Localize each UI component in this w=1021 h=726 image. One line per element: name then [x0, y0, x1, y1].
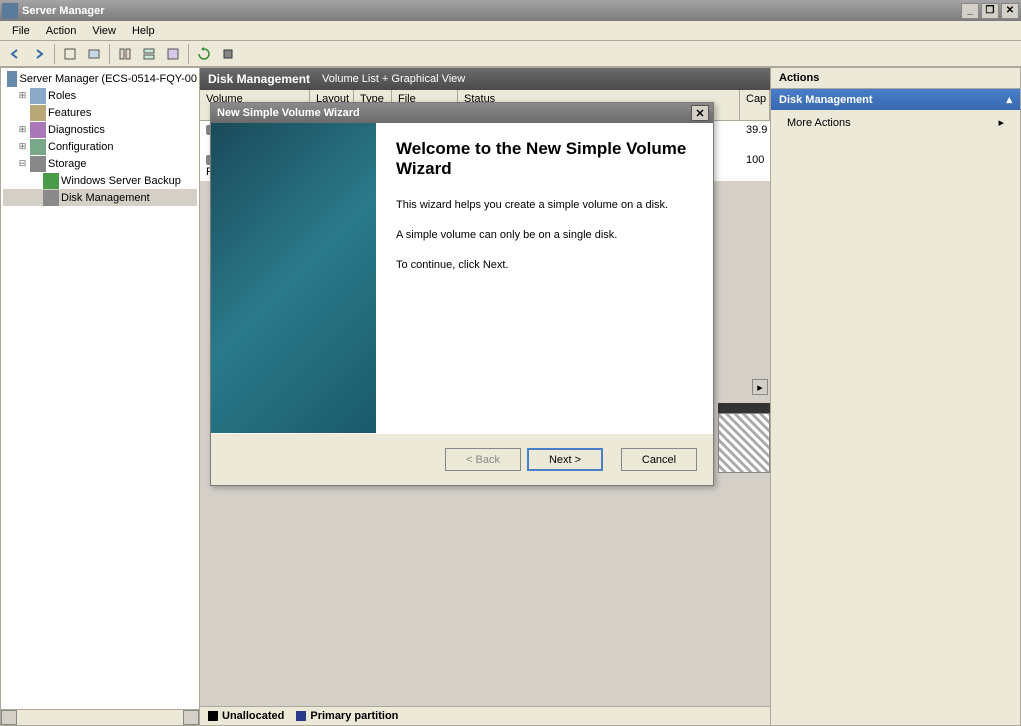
toolbar-btn-1[interactable] [59, 43, 81, 65]
expand-icon[interactable]: ⊞ [17, 90, 28, 101]
legend: Unallocated Primary partition [200, 706, 770, 725]
chevron-up-icon: ▴ [1006, 93, 1012, 106]
wizard-heading: Welcome to the New Simple Volume Wizard [396, 139, 693, 179]
tree-features[interactable]: Features [3, 104, 197, 121]
menu-file[interactable]: File [4, 23, 38, 39]
tree-roles-label: Roles [48, 90, 76, 102]
roles-icon [30, 88, 46, 104]
chevron-right-icon: ▸ [998, 116, 1004, 129]
col-cap[interactable]: Cap [740, 90, 770, 120]
wizard-sidebar-image [211, 123, 376, 433]
tree-storage-label: Storage [48, 158, 87, 170]
tree-backup[interactable]: Windows Server Backup [3, 172, 197, 189]
menu-view[interactable]: View [84, 23, 124, 39]
refresh-button[interactable] [193, 43, 215, 65]
window-title: Server Manager [22, 5, 959, 17]
app-icon [2, 3, 18, 19]
menu-action[interactable]: Action [38, 23, 85, 39]
tree-root[interactable]: Server Manager (ECS-0514-FQY-00 [3, 70, 197, 87]
legend-swatch-unalloc [208, 711, 218, 721]
collapse-icon[interactable]: ⊟ [17, 158, 28, 169]
toolbar [0, 41, 1021, 67]
wizard-p1: This wizard helps you create a simple vo… [396, 199, 693, 211]
disk-graphical[interactable] [718, 403, 770, 473]
tree-diagnostics-label: Diagnostics [48, 124, 105, 136]
storage-icon [30, 156, 46, 172]
wizard-title: New Simple Volume Wizard [215, 107, 691, 119]
forward-button[interactable] [28, 43, 50, 65]
expand-icon[interactable]: ⊞ [17, 141, 28, 152]
vol-cap: 100 [740, 153, 770, 179]
vol-cap: 39.9 [740, 123, 770, 149]
actions-sub-label: Disk Management [779, 94, 873, 106]
toolbar-btn-5[interactable] [162, 43, 184, 65]
expand-icon[interactable]: ⊞ [17, 124, 28, 135]
wizard-cancel-button[interactable]: Cancel [621, 448, 697, 471]
server-icon [7, 71, 17, 87]
tree-backup-label: Windows Server Backup [61, 175, 181, 187]
tree-diagnostics[interactable]: ⊞ Diagnostics [3, 121, 197, 138]
actions-pane: Actions Disk Management ▴ More Actions ▸ [771, 67, 1021, 726]
tree-features-label: Features [48, 107, 91, 119]
tree-hscroll[interactable] [1, 709, 199, 725]
wizard-dialog: New Simple Volume Wizard ✕ Welcome to th… [210, 102, 714, 486]
dm-title: Disk Management [208, 72, 310, 86]
legend-primary: Primary partition [310, 710, 398, 722]
scroll-right-button[interactable]: ▸ [752, 379, 768, 395]
toolbar-btn-3[interactable] [114, 43, 136, 65]
wizard-content: Welcome to the New Simple Volume Wizard … [376, 123, 713, 433]
action-more[interactable]: More Actions ▸ [771, 110, 1020, 135]
actions-sub[interactable]: Disk Management ▴ [771, 89, 1020, 110]
wizard-footer: < Back Next > Cancel [211, 433, 713, 485]
features-icon [30, 105, 46, 121]
wizard-next-button[interactable]: Next > [527, 448, 603, 471]
minimize-button[interactable]: _ [961, 3, 979, 19]
wizard-titlebar[interactable]: New Simple Volume Wizard ✕ [211, 103, 713, 123]
wizard-back-button: < Back [445, 448, 521, 471]
maximize-button[interactable]: ❐ [981, 3, 999, 19]
diskmgmt-icon [43, 190, 59, 206]
dm-header: Disk Management Volume List + Graphical … [200, 68, 770, 90]
legend-unalloc: Unallocated [222, 710, 284, 722]
menu-bar: File Action View Help [0, 21, 1021, 41]
tree-root-label: Server Manager (ECS-0514-FQY-00 [19, 73, 197, 85]
wizard-p3: To continue, click Next. [396, 259, 693, 271]
configuration-icon [30, 139, 46, 155]
menu-help[interactable]: Help [124, 23, 163, 39]
actions-header: Actions [771, 68, 1020, 89]
scroll-left-icon[interactable] [1, 710, 17, 725]
tree-diskmgmt-label: Disk Management [61, 192, 150, 204]
toolbar-btn-4[interactable] [138, 43, 160, 65]
wizard-close-button[interactable]: ✕ [691, 105, 709, 121]
back-button[interactable] [4, 43, 26, 65]
dm-subtitle: Volume List + Graphical View [322, 73, 465, 85]
tree-configuration[interactable]: ⊞ Configuration [3, 138, 197, 155]
tree-pane: Server Manager (ECS-0514-FQY-00 ⊞ Roles … [0, 67, 200, 726]
tree-configuration-label: Configuration [48, 141, 113, 153]
toolbar-btn-7[interactable] [217, 43, 239, 65]
scroll-right-icon[interactable] [183, 710, 199, 725]
tree-roles[interactable]: ⊞ Roles [3, 87, 197, 104]
tree-storage[interactable]: ⊟ Storage [3, 155, 197, 172]
tree-diskmgmt[interactable]: Disk Management [3, 189, 197, 206]
wizard-p2: A simple volume can only be on a single … [396, 229, 693, 241]
close-button[interactable]: ✕ [1001, 3, 1019, 19]
backup-icon [43, 173, 59, 189]
legend-swatch-primary [296, 711, 306, 721]
window-titlebar: Server Manager _ ❐ ✕ [0, 0, 1021, 21]
diagnostics-icon [30, 122, 46, 138]
action-more-label: More Actions [787, 117, 851, 129]
toolbar-btn-2[interactable] [83, 43, 105, 65]
